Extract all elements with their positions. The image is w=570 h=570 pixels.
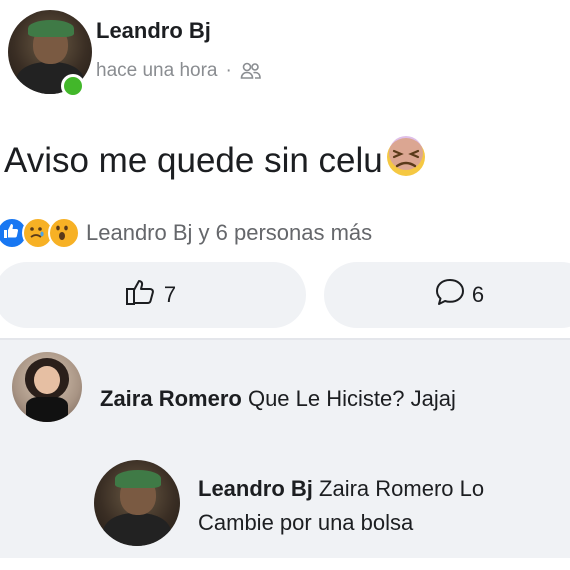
comment-button[interactable]: 6: [324, 262, 570, 328]
like-count: 7: [163, 282, 177, 307]
comment-item: Zaira Romero Que Le Hiciste? Jajaj: [100, 382, 456, 416]
post-time[interactable]: hace una hora: [96, 60, 218, 82]
comment-icon: [434, 277, 466, 313]
reply-avatar[interactable]: [94, 460, 180, 546]
reply-bubble: Leandro Bj Zaira Romero Lo Cambie por un…: [198, 472, 484, 540]
meta-separator: ·: [225, 60, 232, 81]
post-author-name[interactable]: Leandro Bj: [96, 18, 211, 44]
tired-face-emoji: [385, 136, 427, 178]
online-status-indicator: [61, 74, 85, 98]
reply-text-line1: Lo: [459, 476, 485, 501]
thumbs-up-icon: [124, 277, 158, 313]
post-body: Aviso me quede sin celu: [4, 141, 383, 180]
friends-icon[interactable]: [240, 62, 262, 80]
comments-divider: [0, 338, 570, 340]
comment-author[interactable]: Zaira Romero: [100, 386, 242, 411]
like-button[interactable]: 7: [0, 262, 306, 328]
reply-text-line2: Cambie por una bolsa: [198, 510, 414, 535]
post-meta: hace una hora ·: [96, 60, 262, 82]
reply-mention[interactable]: Zaira Romero: [319, 476, 453, 501]
reactions-summary[interactable]: Leandro Bj y 6 personas más: [0, 216, 372, 250]
wow-icon: [48, 217, 80, 249]
comment-count: 6: [471, 282, 485, 307]
reactions-summary-text[interactable]: Leandro Bj y 6 personas más: [86, 220, 372, 246]
commenter-avatar[interactable]: [12, 352, 82, 422]
post-text: Aviso me quede sin celu: [4, 136, 427, 181]
comment-text: Que Le Hiciste? Jajaj: [247, 386, 456, 411]
bottom-strip: [0, 558, 570, 570]
comment-bubble: Zaira Romero Que Le Hiciste? Jajaj: [100, 382, 456, 416]
reply-item: Leandro Bj Zaira Romero Lo Cambie por un…: [198, 472, 484, 540]
reply-author[interactable]: Leandro Bj: [198, 476, 313, 501]
